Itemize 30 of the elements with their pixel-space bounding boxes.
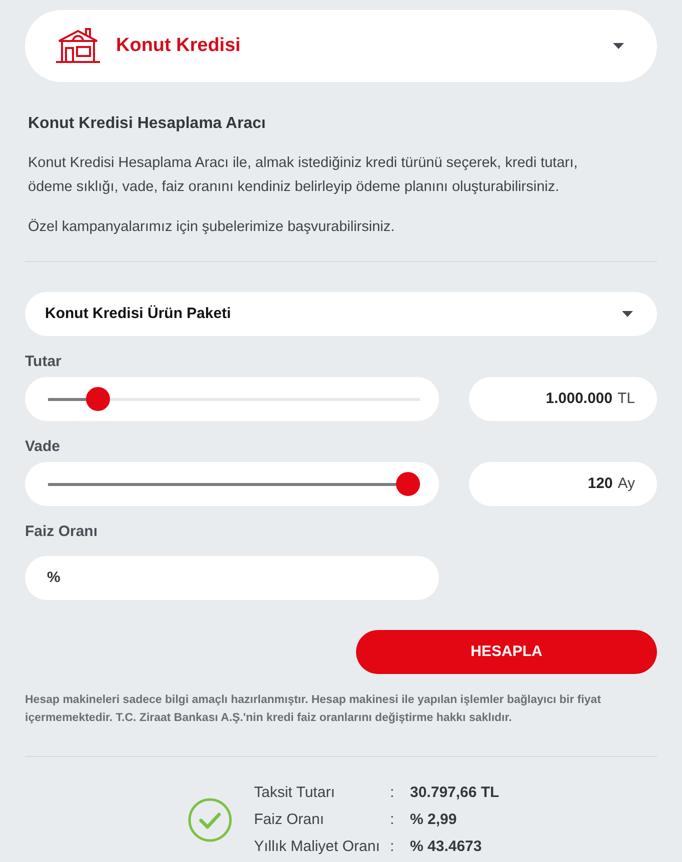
result-label: Faiz Oranı <box>254 810 326 830</box>
check-circle-icon <box>188 798 232 842</box>
result-separator: : <box>390 810 396 830</box>
slider-track[interactable] <box>48 472 420 496</box>
value-field[interactable]: 120 Ay <box>469 462 657 506</box>
intro-paragraph: Konut Kredisi Hesaplama Aracı ile, almak istediğiniz kredi türünü seçerek, kredi tutarı, ödeme sıklığı, vade, faiz oranını kendiniz belirleyip ödeme planını oluşturabilirsiniz. <box>28 154 579 197</box>
caret-icon <box>613 43 624 49</box>
caret-icon <box>622 311 633 317</box>
result-label: Taksit Tutarı <box>254 783 336 803</box>
result-separator: : <box>390 783 396 803</box>
result-value: % 43.4673 <box>410 837 483 857</box>
calculate-button[interactable]: HESAPLA <box>356 630 657 674</box>
field-label: Vade <box>25 437 62 457</box>
product-select[interactable]: Konut Kredisi <box>25 10 657 82</box>
package-select[interactable]: Konut Kredisi Ürün Paketi <box>25 292 657 336</box>
field-label: Tutar <box>25 352 62 372</box>
house-icon <box>55 27 101 65</box>
result-label: Yıllık Maliyet Oranı <box>254 837 381 857</box>
intro-paragraph: Özel kampanyalarımız için şubelerimize başvurabilirsiniz. <box>28 218 396 237</box>
slider-track[interactable] <box>48 387 420 411</box>
result-value: 30.797,66 TL <box>410 783 500 803</box>
value-field[interactable]: 1.000.000 TL <box>469 377 657 421</box>
field-label: Faiz Oranı <box>25 522 99 542</box>
slider-thumb[interactable] <box>396 472 420 496</box>
slider-thumb[interactable] <box>86 387 110 411</box>
disclaimer-text: Hesap makineleri sadece bilgi amaçlı hazırlanmıştır. Hesap makinesi ile yapılan işlemler bağlayıcı bir fiyat içermemektedir. T.C. Ziraat Bankası A.Ş.'nin kredi faiz oranlarını değiştirme hakkı saklıdır. <box>25 693 602 726</box>
section-heading: Konut Kredisi Hesaplama Aracı <box>28 114 267 134</box>
result-value: % 2,99 <box>410 810 458 830</box>
rate-field[interactable]: % <box>25 556 439 600</box>
result-separator: : <box>390 837 396 857</box>
